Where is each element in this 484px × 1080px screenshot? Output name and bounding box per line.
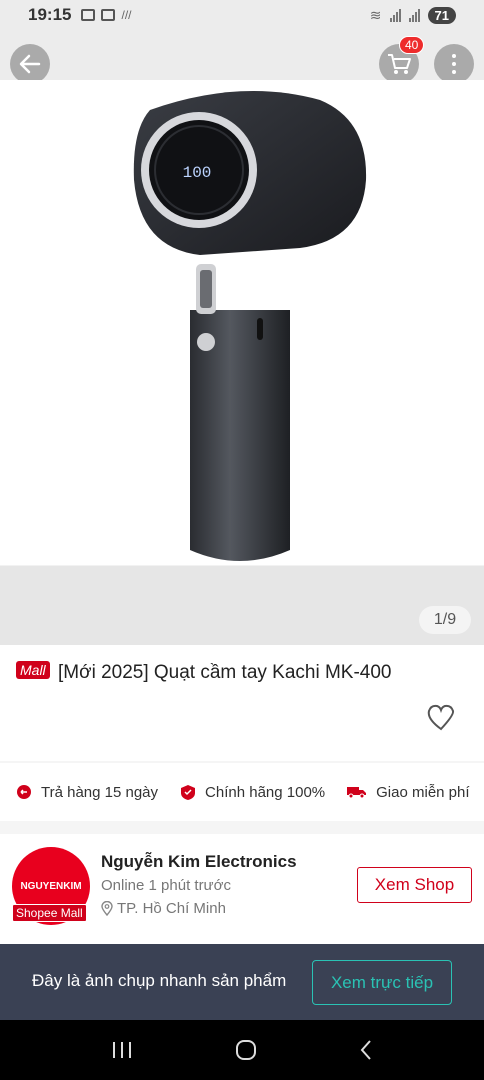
cart-button[interactable]: 40 <box>379 36 425 84</box>
shop-name[interactable]: Nguyễn Kim Electronics <box>101 852 297 872</box>
image-counter: 1/9 <box>419 606 471 634</box>
back-nav-icon[interactable] <box>359 1039 373 1061</box>
wifi-icon: ≋ <box>369 6 382 23</box>
badge-return-label: Trả hàng 15 ngày <box>41 783 159 801</box>
product-title: [Mới 2025] Quạt cầm tay Kachi MK-400 <box>58 662 392 683</box>
badge-shipping-label: Giao miễn phí <box>376 783 470 801</box>
signal-icon-2 <box>408 8 420 22</box>
return-icon <box>17 785 31 799</box>
mall-badge: Mall <box>16 661 50 679</box>
status-bar: 19:15 /// ≋ 71 <box>0 0 484 30</box>
signal-icon <box>389 8 401 22</box>
badge-authentic-label: Chính hãng 100% <box>205 783 326 801</box>
badge-return: Trả hàng 15 ngày <box>16 784 158 801</box>
shopee-mall-badge: Shopee Mall <box>12 904 87 922</box>
shop-location: TP. Hồ Chí Minh <box>101 900 226 917</box>
guarantee-badges[interactable]: Trả hàng 15 ngày Chính hãng 100% Giao mi… <box>0 763 484 821</box>
cart-count-badge: 40 <box>399 36 425 54</box>
heart-icon[interactable] <box>426 703 456 731</box>
back-button[interactable] <box>10 44 50 84</box>
battery-icon: 71 <box>427 6 456 24</box>
view-shop-button[interactable]: Xem Shop <box>357 867 472 903</box>
screenshot-icon <box>81 9 96 21</box>
slash-icon: /// <box>121 8 132 22</box>
arrow-left-icon <box>19 54 41 74</box>
more-button[interactable] <box>434 44 474 84</box>
fan-display-value: 100 <box>183 164 212 182</box>
badge-authentic: Chính hãng 100% <box>180 784 325 801</box>
shop-location-text: TP. Hồ Chí Minh <box>117 900 226 917</box>
product-title-section: Mall [Mới 2025] Quạt cầm tay Kachi MK-40… <box>0 645 484 761</box>
view-live-button[interactable]: Xem trực tiếp <box>312 960 452 1005</box>
snapshot-text: Đây là ảnh chụp nhanh sản phẩm <box>32 971 287 990</box>
system-icons: ≋ 71 <box>369 6 456 24</box>
product-image: 100 <box>133 91 367 561</box>
location-pin-icon <box>101 901 113 916</box>
status-time: 19:15 <box>28 5 72 24</box>
product-image-gallery[interactable]: 100 1/9 <box>0 80 484 645</box>
recent-apps-icon[interactable] <box>111 1040 133 1060</box>
shield-check-icon <box>181 784 196 800</box>
badge-free-shipping: Giao miễn phí <box>347 783 470 801</box>
shop-online-status: Online 1 phút trước <box>101 877 231 894</box>
truck-icon <box>347 787 367 799</box>
shop-info: NGUYENKIM Shopee Mall Nguyễn Kim Electro… <box>0 834 484 954</box>
cart-icon <box>388 54 411 74</box>
home-icon[interactable] <box>235 1039 257 1061</box>
notification-icons: /// <box>81 8 132 22</box>
snapshot-banner: Đây là ảnh chụp nhanh sản phẩm Xem trực … <box>0 944 484 1020</box>
more-vertical-icon <box>452 54 456 74</box>
android-nav-bar <box>0 1020 484 1080</box>
calendar-icon <box>101 9 116 21</box>
